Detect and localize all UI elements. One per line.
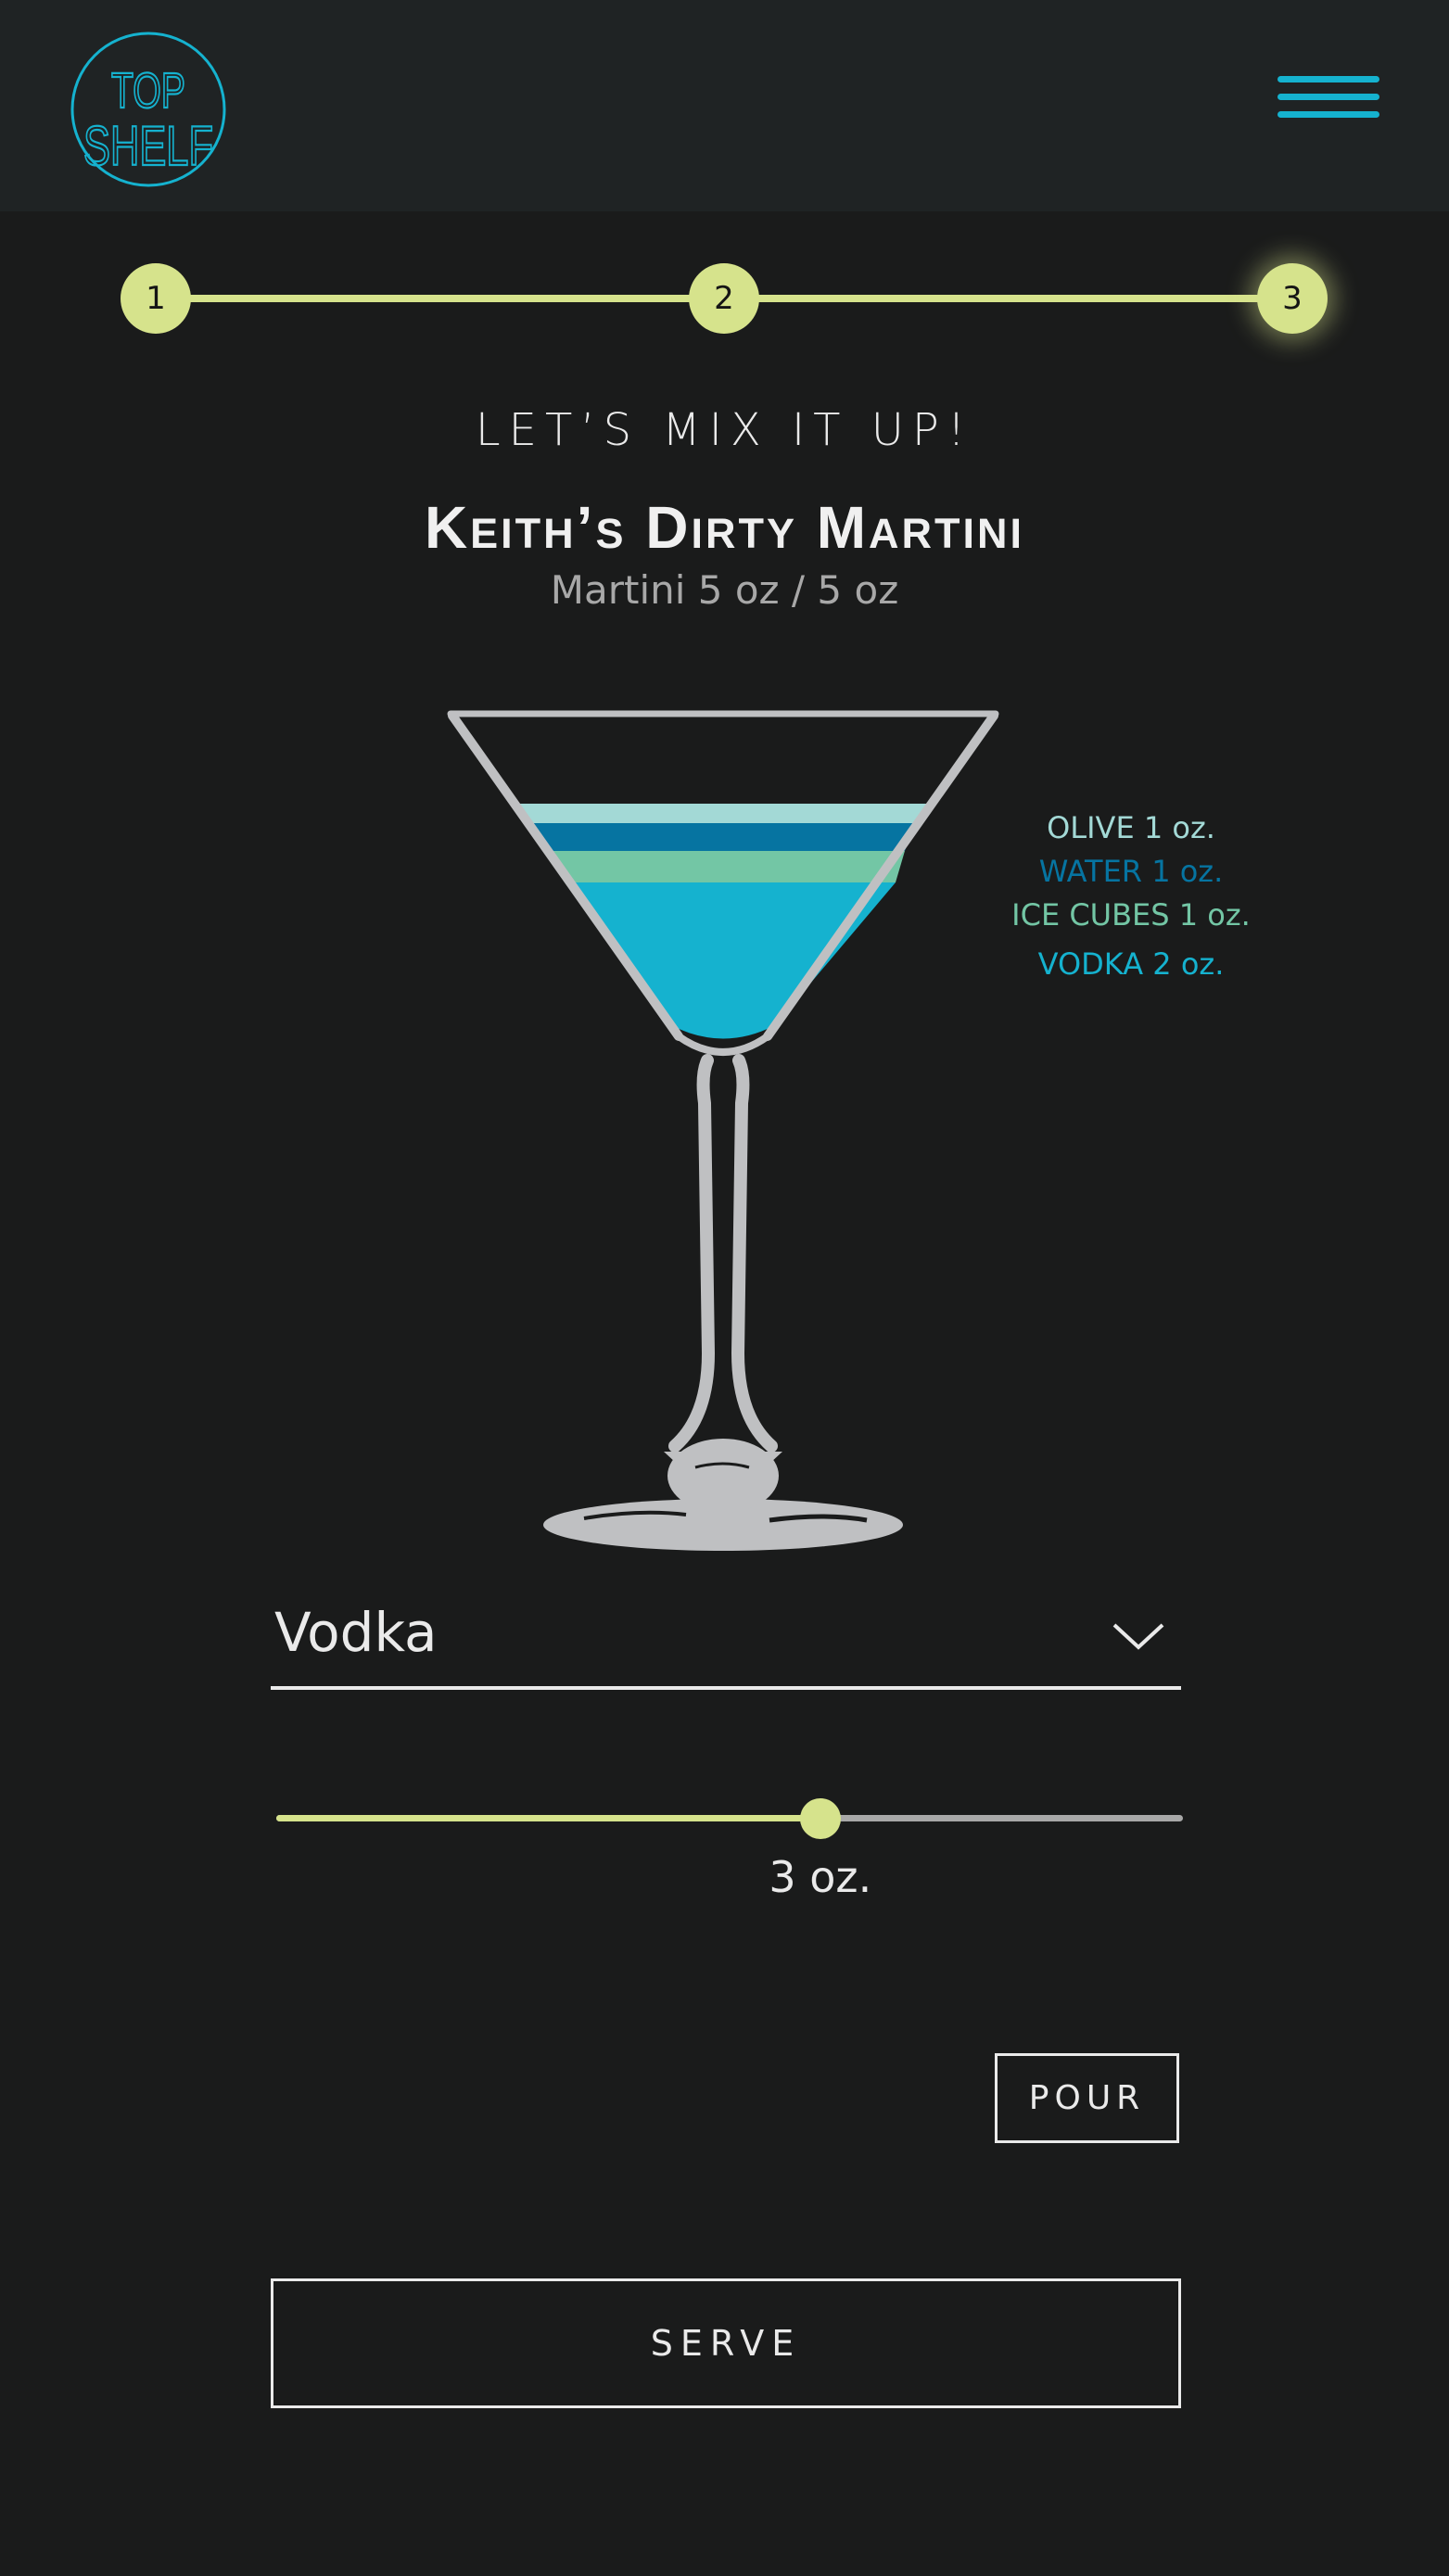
glass-fill-layers xyxy=(517,804,929,1039)
page-heading: LET’S MIX IT UP! xyxy=(475,404,974,456)
app-header: TOP SHELF xyxy=(0,0,1449,211)
step-2[interactable]: 2 xyxy=(689,263,759,334)
drink-title: Keith’s Dirty Martini xyxy=(424,494,1025,561)
ingredient-select-value: Vodka xyxy=(274,1601,438,1664)
fill-layer-ice-cubes xyxy=(546,851,905,882)
slider-fill xyxy=(276,1815,820,1821)
chevron-down-icon[interactable] xyxy=(1111,1621,1166,1653)
fill-layer-vodka xyxy=(565,882,896,1039)
logo-text-bottom: SHELF xyxy=(83,115,213,177)
drink-summary: Martini 5 oz / 5 oz xyxy=(550,567,899,613)
legend-item-olive: OLIVE 1 oz. xyxy=(1047,810,1215,845)
slider-value: 3 oz. xyxy=(769,1852,872,1902)
logo-text-top: TOP xyxy=(111,63,185,119)
hamburger-menu-icon[interactable] xyxy=(1277,76,1379,130)
slider-thumb[interactable] xyxy=(799,1798,841,1839)
serve-button[interactable]: SERVE xyxy=(271,2278,1181,2408)
martini-glass-illustration xyxy=(447,710,999,1551)
progress-stepper: 1 2 3 xyxy=(121,263,1328,334)
fill-layer-olive xyxy=(517,804,929,823)
pour-button[interactable]: POUR xyxy=(995,2053,1179,2143)
legend-item-vodka: VODKA 2 oz. xyxy=(1037,946,1225,982)
legend-item-water: WATER 1 oz. xyxy=(1038,854,1224,889)
legend-item-ice-cubes: ICE CUBES 1 oz. xyxy=(1011,897,1251,933)
step-1[interactable]: 1 xyxy=(121,263,191,334)
amount-slider[interactable] xyxy=(276,1798,1183,1839)
fill-layer-water xyxy=(531,823,916,851)
ingredient-legend: OLIVE 1 oz. WATER 1 oz. ICE CUBES 1 oz. … xyxy=(1001,806,1261,986)
ingredient-select[interactable]: Vodka xyxy=(271,1590,1181,1690)
step-3[interactable]: 3 xyxy=(1257,263,1328,334)
top-shelf-logo[interactable]: TOP SHELF xyxy=(65,26,232,193)
